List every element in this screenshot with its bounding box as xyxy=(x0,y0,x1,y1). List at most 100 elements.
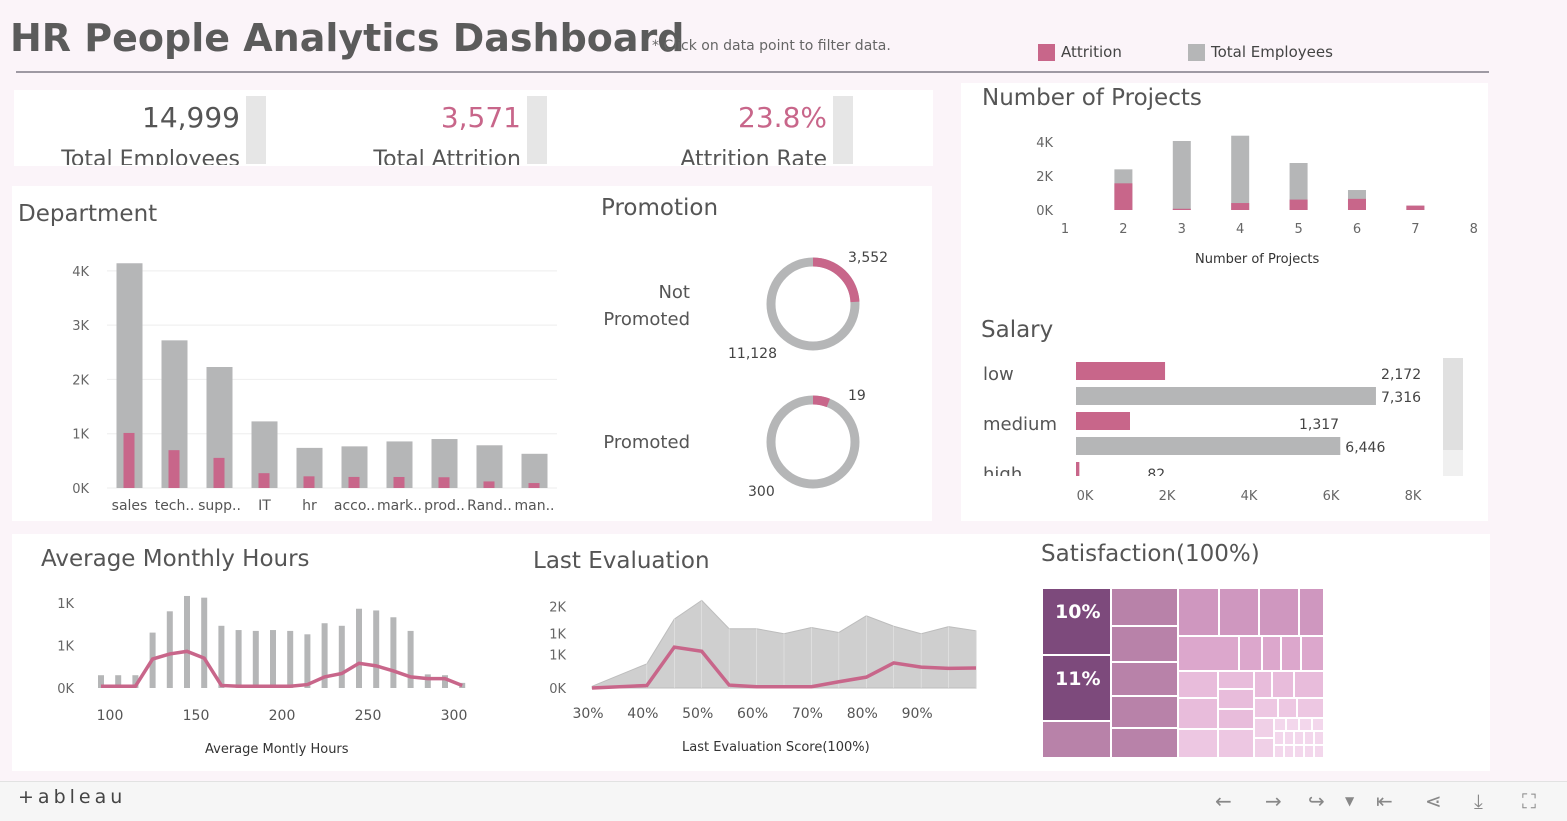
revert-icon[interactable]: ↪ xyxy=(1308,789,1325,813)
treemap-cell[interactable] xyxy=(1111,696,1178,728)
treemap-cell[interactable] xyxy=(1294,745,1304,758)
salary-clip-mask[interactable] xyxy=(975,476,1435,512)
treemap-cell[interactable] xyxy=(1281,636,1301,671)
hours-bar-total[interactable] xyxy=(390,617,397,688)
treemap-cell[interactable] xyxy=(1299,588,1324,636)
dept-bar-total[interactable] xyxy=(521,453,548,488)
treemap-cell[interactable] xyxy=(1111,728,1178,758)
hours-bar-total[interactable] xyxy=(166,611,173,688)
treemap-cell[interactable] xyxy=(1178,636,1239,671)
treemap-cell[interactable]: 11% xyxy=(1042,655,1111,721)
hours-bar-total[interactable] xyxy=(338,625,345,688)
treemap-cell[interactable] xyxy=(1111,662,1178,696)
treemap-cell[interactable] xyxy=(1254,671,1272,698)
hours-chart[interactable]: 0K 1K 1K 100 150 200 250 300 xyxy=(20,585,490,730)
treemap-cell[interactable] xyxy=(1294,671,1324,698)
treemap-cell[interactable] xyxy=(1274,718,1286,731)
hours-bar-total[interactable] xyxy=(184,595,190,688)
treemap-cell[interactable] xyxy=(1178,671,1218,698)
projects-bar-attrition[interactable] xyxy=(1347,198,1366,210)
projects-bar-attrition[interactable] xyxy=(1406,205,1425,210)
legend-item-total[interactable]: Total Employees xyxy=(1188,43,1333,61)
dept-bar-attrition[interactable] xyxy=(393,476,405,488)
treemap-cell[interactable] xyxy=(1262,636,1281,671)
treemap-cell[interactable] xyxy=(1218,671,1254,689)
tableau-logo[interactable]: +ableau xyxy=(18,786,126,808)
treemap-cell[interactable] xyxy=(1297,698,1324,718)
projects-bar-total[interactable] xyxy=(1172,140,1191,210)
dept-bar-attrition[interactable] xyxy=(528,483,540,488)
treemap-cell[interactable] xyxy=(1304,731,1314,745)
hours-bar-total[interactable] xyxy=(218,625,225,688)
hours-bar-total[interactable] xyxy=(424,674,431,688)
treemap-cell[interactable] xyxy=(1278,698,1297,718)
hours-bar-total[interactable] xyxy=(201,597,208,688)
redo-icon[interactable]: → xyxy=(1265,789,1282,813)
kpi-attrition-rate-value[interactable]: 23.8% xyxy=(626,101,827,134)
treemap-cell[interactable] xyxy=(1178,698,1218,729)
reset-icon[interactable]: ⇤ xyxy=(1376,789,1393,813)
dept-bar-attrition[interactable] xyxy=(213,457,225,488)
treemap-cell[interactable] xyxy=(1314,731,1324,745)
treemap-cell[interactable] xyxy=(1239,636,1262,671)
promotion-donut-attrition[interactable] xyxy=(812,257,860,303)
hours-bar-total[interactable] xyxy=(356,608,362,688)
fullscreen-icon[interactable]: ⛶ xyxy=(1522,789,1536,813)
satisfaction-treemap[interactable]: 10% 11% xyxy=(1042,588,1324,758)
download-icon[interactable]: ⤓ xyxy=(1474,789,1483,813)
salary-scrollbar[interactable] xyxy=(1443,358,1463,476)
salary-scrollbar-thumb[interactable] xyxy=(1443,358,1463,450)
treemap-cell[interactable] xyxy=(1218,709,1254,729)
hours-bar-total[interactable] xyxy=(270,630,276,688)
treemap-cell[interactable] xyxy=(1294,731,1304,745)
treemap-cell[interactable] xyxy=(1284,745,1294,758)
evaluation-chart[interactable]: 0K 1K 1K 2K 30% 40% 50% 60% 70% 80% 90% xyxy=(530,585,990,730)
treemap-cell[interactable] xyxy=(1218,689,1254,709)
salary-bar-total[interactable] xyxy=(1076,437,1341,455)
treemap-cell[interactable] xyxy=(1274,731,1284,745)
promotion-donuts[interactable]: 3,552 11,128 19 300 xyxy=(710,240,920,515)
treemap-cell[interactable] xyxy=(1272,671,1294,698)
dept-bar-attrition[interactable] xyxy=(483,481,495,488)
salary-bar-attrition[interactable] xyxy=(1076,412,1130,430)
treemap-cell[interactable] xyxy=(1314,745,1324,758)
treemap-cell[interactable] xyxy=(1299,718,1312,731)
dept-bar-attrition[interactable] xyxy=(168,450,180,488)
treemap-cell[interactable]: 10% xyxy=(1042,588,1111,655)
dept-bar-attrition[interactable] xyxy=(303,476,315,488)
hours-bar-total[interactable] xyxy=(304,634,311,688)
hours-bar-total[interactable] xyxy=(235,630,242,688)
treemap-cell[interactable] xyxy=(1301,636,1324,671)
dept-bar-attrition[interactable] xyxy=(123,432,135,488)
hours-bar-total[interactable] xyxy=(287,630,294,688)
hours-bar-total[interactable] xyxy=(407,630,414,688)
kpi-total-employees-value[interactable]: 14,999 xyxy=(40,101,240,134)
treemap-cell[interactable] xyxy=(1312,718,1324,731)
projects-bar-total[interactable] xyxy=(1231,135,1250,210)
treemap-cell[interactable] xyxy=(1254,718,1274,738)
treemap-cell[interactable] xyxy=(1111,626,1178,662)
undo-icon[interactable]: ← xyxy=(1215,789,1232,813)
legend-item-attrition[interactable]: Attrition xyxy=(1038,43,1122,61)
treemap-cell[interactable] xyxy=(1254,698,1278,718)
department-chart[interactable]: 0K 1K 2K 3K 4K sales tech.. supp.. IT hr acco.. mar… xyxy=(12,230,572,520)
treemap-cell[interactable] xyxy=(1254,738,1274,758)
treemap-cell[interactable] xyxy=(1259,588,1299,636)
hours-bar-total[interactable] xyxy=(373,610,380,688)
salary-bar-total[interactable] xyxy=(1076,387,1376,405)
kpi-total-attrition-value[interactable]: 3,571 xyxy=(320,101,521,134)
share-icon[interactable]: ⋖ xyxy=(1425,789,1442,813)
treemap-cell[interactable] xyxy=(1111,588,1178,626)
treemap-cell[interactable] xyxy=(1218,729,1254,758)
dept-bar-attrition[interactable] xyxy=(258,473,270,488)
projects-bar-attrition[interactable] xyxy=(1114,183,1133,210)
treemap-cell[interactable] xyxy=(1219,588,1259,636)
hours-bar-total[interactable] xyxy=(252,630,259,688)
treemap-cell[interactable] xyxy=(1304,745,1314,758)
promotion-donut-attrition[interactable] xyxy=(812,395,830,408)
dept-bar-attrition[interactable] xyxy=(348,476,360,488)
treemap-cell[interactable] xyxy=(1178,729,1218,758)
salary-chart[interactable]: low 2,1727,316medium 1,3176,446high 820K 2K 4… xyxy=(975,352,1435,512)
dept-bar-attrition[interactable] xyxy=(438,477,450,488)
treemap-cell[interactable] xyxy=(1274,745,1284,758)
